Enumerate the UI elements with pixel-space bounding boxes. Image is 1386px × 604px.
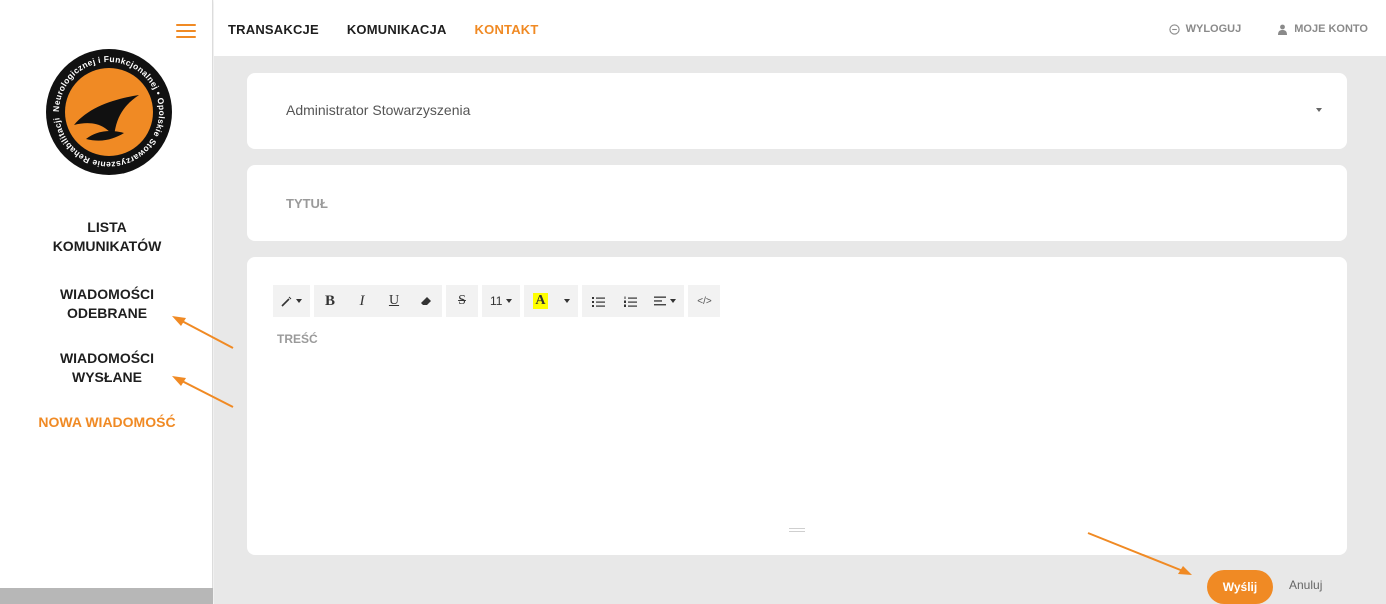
top-right-actions: WYLOGUJ MOJE KONTO xyxy=(1168,23,1368,35)
bullet-list-icon xyxy=(591,296,605,307)
style-button[interactable] xyxy=(273,285,310,317)
sidebar-footer-bar xyxy=(0,588,213,604)
bold-button[interactable]: B xyxy=(314,285,346,317)
clear-format-button[interactable] xyxy=(410,285,442,317)
sidebar-item-nowa-wiadomosc[interactable]: NOWA WIADOMOŚĆ xyxy=(32,413,182,432)
strikethrough-button[interactable]: S xyxy=(446,285,478,317)
message-body-editor[interactable]: TREŚĆ xyxy=(277,331,1317,511)
editor-toolbar: B I U S 11 A </> xyxy=(273,285,721,317)
power-icon xyxy=(1168,23,1180,35)
text-color-button[interactable]: A xyxy=(524,285,556,317)
toolbar-group-color: A xyxy=(524,285,579,317)
sidebar-item-wiadomosci-odebrane[interactable]: WIADOMOŚCI ODEBRANE xyxy=(32,285,182,323)
toolbar-group-code: </> xyxy=(688,285,721,317)
my-account-link[interactable]: MOJE KONTO xyxy=(1277,23,1368,35)
chevron-down-icon xyxy=(296,299,302,303)
association-logo: Neurologicznej i Funkcjonalnej • Opolski… xyxy=(46,49,172,175)
toolbar-group-fontsize: 11 xyxy=(482,285,521,317)
chevron-down-icon xyxy=(1316,108,1322,112)
top-bar: TRANSAKCJE KOMUNIKACJA KONTAKT WYLOGUJ M… xyxy=(214,0,1386,56)
tab-komunikacja[interactable]: KOMUNIKACJA xyxy=(347,22,447,37)
ordered-list-button[interactable] xyxy=(614,285,646,317)
title-card xyxy=(247,165,1347,241)
top-nav: TRANSAKCJE KOMUNIKACJA KONTAKT xyxy=(228,22,539,37)
sidebar: Neurologicznej i Funkcjonalnej • Opolski… xyxy=(0,0,213,604)
toolbar-group-format: B I U xyxy=(314,285,442,317)
code-view-button[interactable]: </> xyxy=(688,285,720,317)
tab-kontakt[interactable]: KONTAKT xyxy=(475,22,539,37)
chevron-down-icon xyxy=(670,299,677,303)
logout-link[interactable]: WYLOGUJ xyxy=(1168,23,1242,35)
eraser-icon xyxy=(421,297,431,305)
my-account-label: MOJE KONTO xyxy=(1294,23,1368,35)
sidebar-item-wiadomosci-wyslane[interactable]: WIADOMOŚCI WYSŁANE xyxy=(32,349,182,387)
body-placeholder: TREŚĆ xyxy=(277,332,318,346)
italic-button[interactable]: I xyxy=(346,285,378,317)
paragraph-align-dropdown[interactable] xyxy=(646,285,684,317)
chevron-down-icon xyxy=(564,299,571,303)
font-size-dropdown[interactable]: 11 xyxy=(482,285,520,317)
cancel-button[interactable]: Anuluj xyxy=(1289,578,1322,592)
magic-wand-icon xyxy=(281,296,292,307)
menu-icon[interactable] xyxy=(176,24,196,38)
toolbar-group-strike: S xyxy=(446,285,478,317)
title-input[interactable] xyxy=(277,189,1317,217)
app-root: Neurologicznej i Funkcjonalnej • Opolski… xyxy=(0,0,1386,604)
logout-label: WYLOGUJ xyxy=(1185,23,1242,35)
user-icon xyxy=(1278,24,1288,35)
message-editor-card: B I U S 11 A </> TREŚĆ xyxy=(247,257,1347,555)
text-color-dropdown[interactable] xyxy=(556,285,578,317)
chevron-down-icon xyxy=(506,299,513,303)
tab-transakcje[interactable]: TRANSAKCJE xyxy=(228,22,319,37)
unordered-list-button[interactable] xyxy=(582,285,614,317)
align-left-icon xyxy=(654,296,667,306)
sidebar-item-lista-komunikatow[interactable]: LISTA KOMUNIKATÓW xyxy=(32,218,182,256)
toolbar-group-style xyxy=(273,285,310,317)
editor-resize-handle[interactable] xyxy=(789,528,805,532)
numbered-list-icon xyxy=(623,296,637,307)
toolbar-group-lists xyxy=(582,285,685,317)
recipient-select[interactable]: Administrator Stowarzyszenia xyxy=(247,73,1347,149)
recipient-value: Administrator Stowarzyszenia xyxy=(286,102,471,118)
underline-button[interactable]: U xyxy=(378,285,410,317)
send-button[interactable]: Wyślij xyxy=(1207,570,1273,604)
main-content: Administrator Stowarzyszenia TYTUŁ B I U… xyxy=(214,56,1386,604)
